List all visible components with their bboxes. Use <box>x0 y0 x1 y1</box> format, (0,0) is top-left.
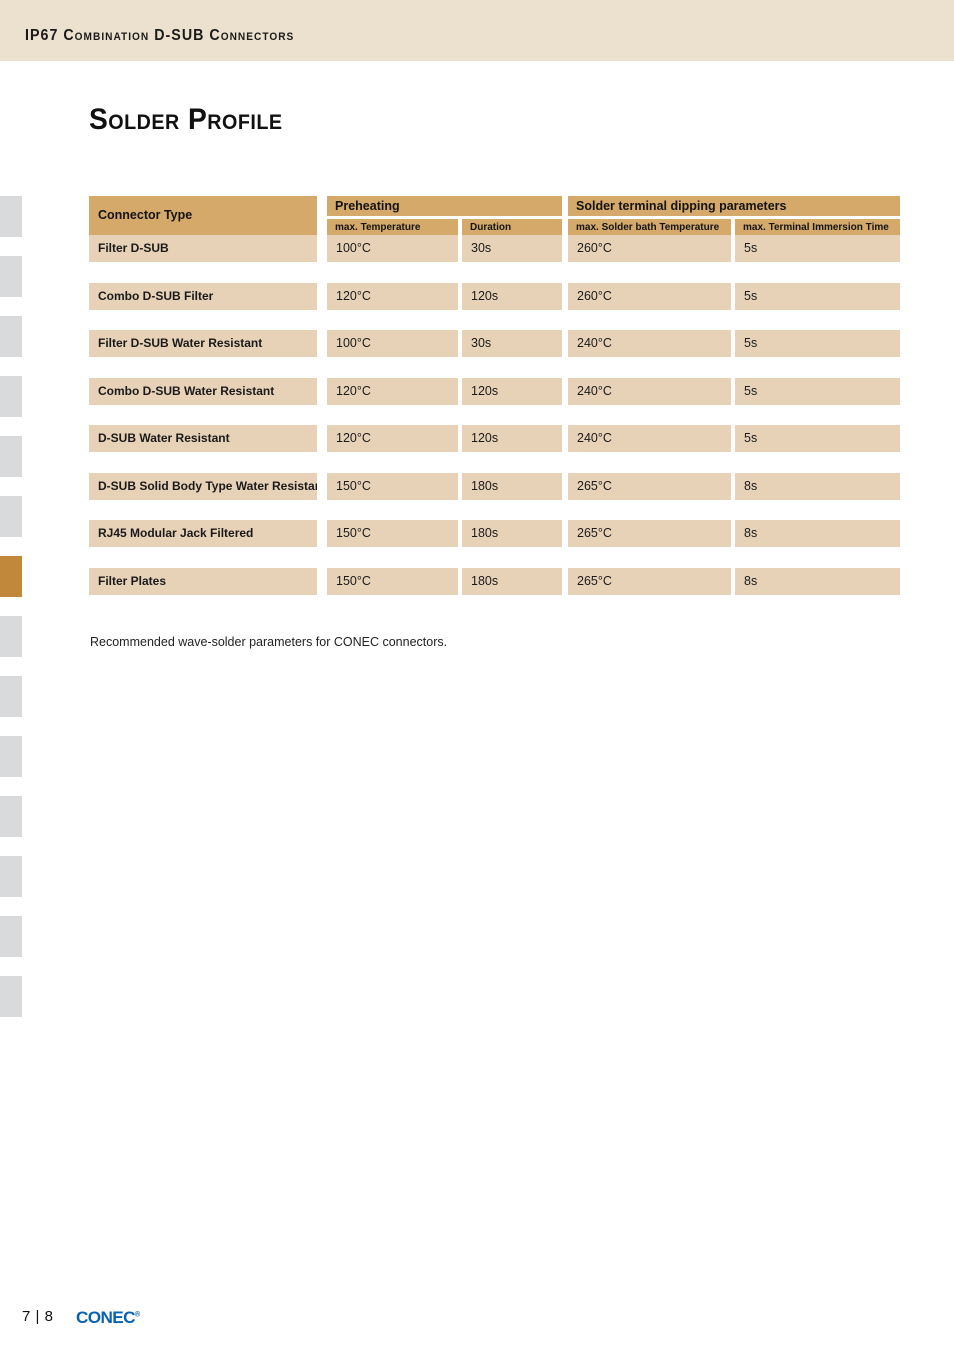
page-header-band: IP67 Combination D-SUB Connectors <box>0 0 954 61</box>
table-row: D-SUB Water Resistant 120°C 120s 240°C 5s <box>89 425 900 473</box>
cell-solder-bath-temperature: 240°C <box>568 377 731 405</box>
table-caption: Recommended wave-solder parameters for C… <box>90 635 448 649</box>
cell-duration: 180s <box>462 567 562 595</box>
cell-duration: 30s <box>462 235 562 262</box>
cell-solder-bath-temperature: 260°C <box>568 282 731 310</box>
cell-terminal-immersion-time: 5s <box>735 330 900 357</box>
cell-connector-type: Filter Plates <box>89 567 317 595</box>
cell-terminal-immersion-time: 8s <box>735 472 900 500</box>
cell-connector-type: Filter D-SUB Water Resistant <box>89 330 317 357</box>
cell-terminal-immersion-time: 5s <box>735 235 900 262</box>
cell-duration: 120s <box>462 425 562 452</box>
cell-terminal-immersion-time: 5s <box>735 282 900 310</box>
column-header-duration: Duration <box>462 219 562 235</box>
table-row: Filter Plates 150°C 180s 265°C 8s <box>89 567 900 616</box>
cell-duration: 180s <box>462 472 562 500</box>
column-group-header-preheating: Preheating <box>327 196 562 216</box>
section-tab-active[interactable] <box>0 556 22 597</box>
column-header-terminal-immersion-time: max. Terminal Immersion Time <box>735 219 900 235</box>
cell-terminal-immersion-time: 8s <box>735 567 900 595</box>
column-group-header-dipping: Solder terminal dipping parameters <box>568 196 900 216</box>
cell-connector-type: Filter D-SUB <box>89 235 317 262</box>
section-tab[interactable] <box>0 196 22 237</box>
cell-connector-type: Combo D-SUB Filter <box>89 282 317 310</box>
cell-max-temperature: 150°C <box>327 472 458 500</box>
table-row: RJ45 Modular Jack Filtered 150°C 180s 265°C… <box>89 520 900 568</box>
cell-connector-type: D-SUB Solid Body Type Water Resistant <box>89 472 317 500</box>
cell-terminal-immersion-time: 5s <box>735 425 900 452</box>
cell-solder-bath-temperature: 265°C <box>568 472 731 500</box>
column-header-connector-type: Connector Type <box>89 196 317 235</box>
table-row: Combo D-SUB Water Resistant 120°C 120s 240°… <box>89 377 900 426</box>
section-tab[interactable] <box>0 796 22 837</box>
cell-terminal-immersion-time: 8s <box>735 520 900 547</box>
column-header-solder-bath-temperature: max. Solder bath Temperature <box>568 219 731 235</box>
cell-max-temperature: 100°C <box>327 330 458 357</box>
cell-max-temperature: 120°C <box>327 377 458 405</box>
page-footer: 7 | 8 CONEC® <box>0 1305 954 1335</box>
page-number: 7 | 8 <box>22 1308 54 1325</box>
table-header-row: Connector Type Preheating Solder termina… <box>89 196 900 235</box>
cell-max-temperature: 150°C <box>327 567 458 595</box>
cell-duration: 120s <box>462 377 562 405</box>
cell-duration: 120s <box>462 282 562 310</box>
section-tab[interactable] <box>0 616 22 657</box>
registered-trademark-icon: ® <box>134 1311 141 1319</box>
conec-logo-text: CONEC <box>76 1309 135 1327</box>
cell-max-temperature: 120°C <box>327 282 458 310</box>
table-row: Filter D-SUB 100°C 30s 260°C 5s <box>89 235 900 283</box>
section-tab[interactable] <box>0 436 22 477</box>
table-row: Combo D-SUB Filter 120°C 120s 260°C 5s <box>89 282 900 331</box>
cell-max-temperature: 120°C <box>327 425 458 452</box>
section-tab[interactable] <box>0 976 22 1017</box>
section-tab[interactable] <box>0 376 22 417</box>
column-header-max-temperature: max. Temperature <box>327 219 458 235</box>
cell-solder-bath-temperature: 265°C <box>568 520 731 547</box>
section-tab-strip <box>0 196 22 1036</box>
solder-profile-table: Connector Type Preheating Solder termina… <box>89 196 900 615</box>
cell-max-temperature: 150°C <box>327 520 458 547</box>
page-title: Solder Profile <box>89 103 283 136</box>
section-tab[interactable] <box>0 736 22 777</box>
section-tab[interactable] <box>0 676 22 717</box>
section-tab[interactable] <box>0 856 22 897</box>
cell-solder-bath-temperature: 260°C <box>568 235 731 262</box>
running-head: IP67 Combination D-SUB Connectors <box>25 27 295 44</box>
cell-solder-bath-temperature: 265°C <box>568 567 731 595</box>
table-body: Filter D-SUB 100°C 30s 260°C 5s Combo D-SUB F… <box>89 235 900 615</box>
section-tab[interactable] <box>0 256 22 297</box>
section-tab[interactable] <box>0 916 22 957</box>
section-tab[interactable] <box>0 496 22 537</box>
cell-terminal-immersion-time: 5s <box>735 377 900 405</box>
conec-logo: CONEC® <box>76 1309 140 1328</box>
table-row: D-SUB Solid Body Type Water Resistant 150… <box>89 472 900 521</box>
table-row: Filter D-SUB Water Resistant 100°C 30s 240°… <box>89 330 900 378</box>
cell-solder-bath-temperature: 240°C <box>568 330 731 357</box>
cell-max-temperature: 100°C <box>327 235 458 262</box>
cell-duration: 180s <box>462 520 562 547</box>
cell-connector-type: RJ45 Modular Jack Filtered <box>89 520 317 547</box>
cell-connector-type: Combo D-SUB Water Resistant <box>89 377 317 405</box>
cell-connector-type: D-SUB Water Resistant <box>89 425 317 452</box>
cell-duration: 30s <box>462 330 562 357</box>
section-tab[interactable] <box>0 316 22 357</box>
cell-solder-bath-temperature: 240°C <box>568 425 731 452</box>
